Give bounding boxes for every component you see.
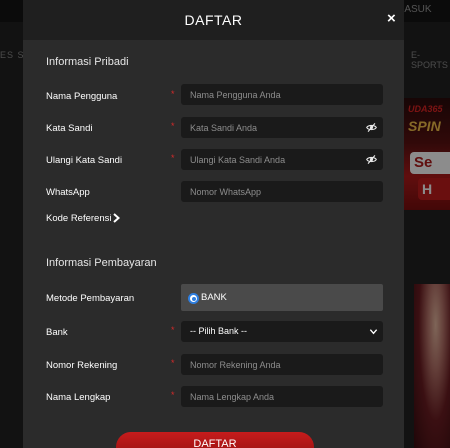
section-personal-info: Informasi Pribadi [46, 56, 129, 68]
confirm-password-input[interactable] [181, 149, 383, 170]
full-name-input[interactable] [181, 386, 383, 407]
whatsapp-input[interactable] [181, 181, 383, 202]
required-mark: * [171, 358, 175, 368]
chevron-down-icon [369, 329, 378, 335]
section-payment-info: Informasi Pembayaran [46, 257, 157, 269]
password-input[interactable] [181, 117, 383, 138]
modal-header: DAFTAR × [23, 0, 404, 40]
bank-select-value: -- Pilih Bank -- [190, 326, 248, 336]
username-input[interactable] [181, 84, 383, 105]
register-modal: DAFTAR × Informasi Pribadi Nama Pengguna… [23, 0, 404, 448]
password-label: Kata Sandi [46, 123, 93, 134]
payment-method-label: Metode Pembayaran [46, 293, 135, 304]
confirm-password-field-wrap [181, 149, 383, 170]
confirm-password-label: Ulangi Kata Sandi [46, 155, 123, 166]
required-mark: * [171, 121, 175, 131]
whatsapp-label: WhatsApp [46, 187, 90, 198]
referral-code-toggle[interactable]: Kode Referensi [46, 213, 111, 224]
account-number-field-wrap [181, 354, 383, 375]
username-label: Nama Pengguna [46, 91, 118, 102]
username-field-wrap [181, 84, 383, 105]
full-name-label: Nama Lengkap [46, 392, 111, 403]
eye-slash-icon[interactable] [366, 154, 377, 165]
required-mark: * [171, 89, 175, 99]
modal-title: DAFTAR [184, 12, 243, 28]
chevron-right-icon[interactable] [111, 213, 121, 223]
register-submit-button[interactable]: DAFTAR [116, 432, 314, 448]
bank-radio[interactable] [188, 293, 199, 304]
password-field-wrap [181, 117, 383, 138]
bank-label: Bank [46, 327, 68, 338]
account-number-input[interactable] [181, 354, 383, 375]
required-mark: * [171, 153, 175, 163]
payment-method-option[interactable]: BANK [181, 284, 383, 311]
bank-option-label: BANK [201, 292, 227, 303]
eye-slash-icon[interactable] [366, 122, 377, 133]
required-mark: * [171, 325, 175, 335]
required-mark: * [171, 390, 175, 400]
account-number-label: Nomor Rekening [46, 360, 118, 371]
full-name-field-wrap [181, 386, 383, 407]
whatsapp-field-wrap [181, 181, 383, 202]
close-icon[interactable]: × [387, 11, 396, 27]
bank-select[interactable]: -- Pilih Bank -- [181, 321, 383, 342]
